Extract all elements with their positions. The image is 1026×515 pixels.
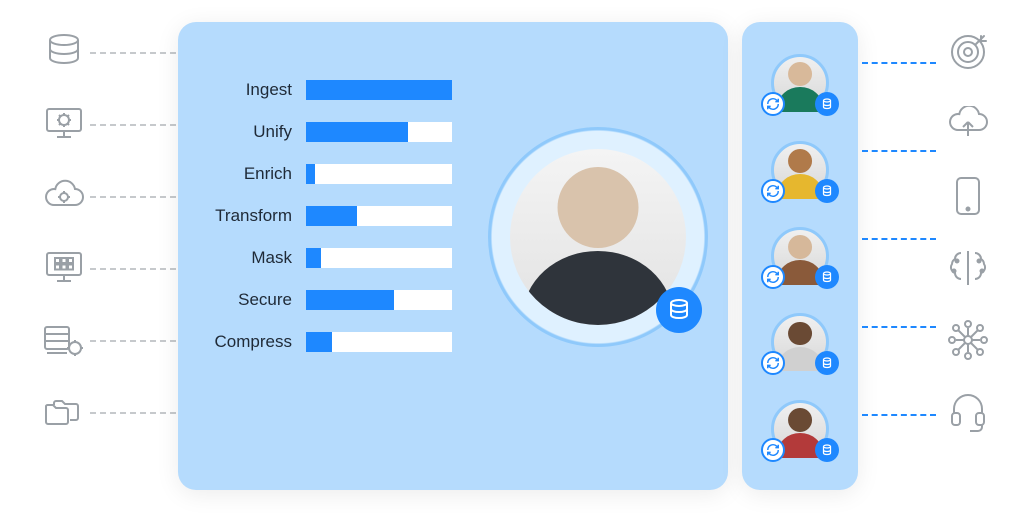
right-dests-column xyxy=(946,30,990,434)
connector-line xyxy=(862,414,936,416)
computer-grid-icon xyxy=(42,246,86,290)
metrics-bars: Ingest Unify Enrich Transform Mask Secur… xyxy=(198,80,452,462)
connector-line xyxy=(90,412,176,414)
bar-track xyxy=(306,164,452,184)
sync-icon xyxy=(761,92,785,116)
mobile-icon xyxy=(946,174,990,218)
connector-line xyxy=(90,52,176,54)
database-icon xyxy=(815,92,839,116)
computer-gear-icon xyxy=(42,102,86,146)
brain-ai-icon xyxy=(946,246,990,290)
target-icon xyxy=(946,30,990,74)
bar-label: Unify xyxy=(198,122,292,142)
bar-track xyxy=(306,248,452,268)
database-icon xyxy=(656,287,702,333)
database-icon xyxy=(815,179,839,203)
bar-row: Mask xyxy=(198,248,452,268)
bar-row: Unify xyxy=(198,122,452,142)
bar-label: Compress xyxy=(198,332,292,352)
bar-fill xyxy=(306,164,315,184)
bar-label: Ingest xyxy=(198,80,292,100)
hub-network-icon xyxy=(946,318,990,362)
connector-line xyxy=(90,340,176,342)
person-item xyxy=(771,313,829,371)
bar-label: Secure xyxy=(198,290,292,310)
person-item xyxy=(771,400,829,458)
sync-icon xyxy=(761,351,785,375)
connector-line xyxy=(862,62,936,64)
main-avatar xyxy=(488,127,708,347)
bar-fill xyxy=(306,80,452,100)
bar-track xyxy=(306,206,452,226)
bar-row: Compress xyxy=(198,332,452,352)
connector-line xyxy=(90,124,176,126)
connector-line xyxy=(862,326,936,328)
person-item xyxy=(771,227,829,285)
headset-icon xyxy=(946,390,990,434)
bar-row: Ingest xyxy=(198,80,452,100)
cloud-upload-icon xyxy=(946,102,990,146)
bar-label: Mask xyxy=(198,248,292,268)
sync-icon xyxy=(761,179,785,203)
bar-label: Enrich xyxy=(198,164,292,184)
people-panel xyxy=(742,22,858,490)
database-icon xyxy=(815,265,839,289)
person-item xyxy=(771,141,829,199)
bar-track xyxy=(306,332,452,352)
server-gear-icon xyxy=(42,318,86,362)
bar-track xyxy=(306,80,452,100)
bar-row: Secure xyxy=(198,290,452,310)
connector-line xyxy=(862,150,936,152)
sync-icon xyxy=(761,265,785,289)
bar-fill xyxy=(306,122,408,142)
left-sources-column xyxy=(42,30,86,434)
connector-line xyxy=(862,238,936,240)
bar-row: Transform xyxy=(198,206,452,226)
sync-icon xyxy=(761,438,785,462)
bar-label: Transform xyxy=(198,206,292,226)
bar-track xyxy=(306,122,452,142)
bar-fill xyxy=(306,290,394,310)
bar-track xyxy=(306,290,452,310)
bar-fill xyxy=(306,206,357,226)
cloud-gear-icon xyxy=(42,174,86,218)
folders-icon xyxy=(42,390,86,434)
database-icon xyxy=(815,351,839,375)
connector-line xyxy=(90,268,176,270)
main-panel: Ingest Unify Enrich Transform Mask Secur… xyxy=(178,22,728,490)
connector-line xyxy=(90,196,176,198)
bar-fill xyxy=(306,332,332,352)
database-icon xyxy=(815,438,839,462)
bar-fill xyxy=(306,248,321,268)
database-stack-icon xyxy=(42,30,86,74)
person-item xyxy=(771,54,829,112)
bar-row: Enrich xyxy=(198,164,452,184)
